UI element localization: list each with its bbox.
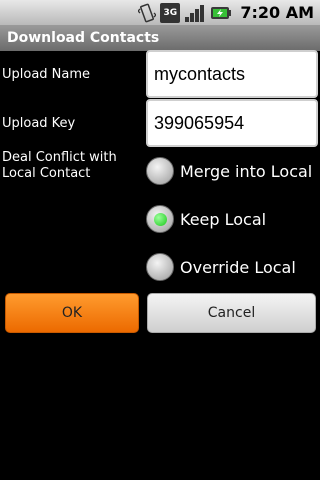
signal-icon xyxy=(185,4,205,22)
radio-button-icon[interactable] xyxy=(146,253,174,281)
clock-time: 7:20 xyxy=(240,3,281,22)
radio-override-local[interactable]: Override Local xyxy=(146,249,320,285)
radio-button-selected-icon[interactable] xyxy=(146,205,174,233)
upload-key-value: 399065954 xyxy=(154,112,245,133)
upload-name-label: Upload Name xyxy=(2,67,91,82)
radio-selected-dot xyxy=(153,212,167,226)
cancel-button[interactable]: Cancel xyxy=(147,293,316,333)
radio-label: Override Local xyxy=(180,257,296,277)
network-label: 3G xyxy=(163,7,178,18)
radio-button-icon[interactable] xyxy=(146,157,174,185)
status-bar: 3G 7:20 AM xyxy=(0,0,320,25)
conflict-label-line2: Local Contact xyxy=(2,166,91,181)
upload-name-field[interactable]: mycontacts xyxy=(146,50,318,98)
radio-label: Merge into Local xyxy=(180,161,313,181)
radio-merge-into-local[interactable]: Merge into Local xyxy=(146,153,320,189)
ok-button-label: OK xyxy=(61,305,83,321)
radio-label: Keep Local xyxy=(180,209,267,229)
conflict-label-line1: Deal Conflict with xyxy=(2,150,117,165)
page-title: Download Contacts xyxy=(7,30,160,46)
upload-key-label: Upload Key xyxy=(2,116,76,131)
cancel-button-label: Cancel xyxy=(207,305,256,321)
upload-name-value: mycontacts xyxy=(154,63,246,84)
ok-button[interactable]: OK xyxy=(5,293,139,333)
clock-suffix: AM xyxy=(285,3,314,22)
vibrate-icon xyxy=(138,3,157,22)
conflict-label: Deal Conflict with Local Contact xyxy=(2,150,117,182)
radio-keep-local[interactable]: Keep Local xyxy=(146,201,320,237)
clock: 7:20 AM xyxy=(240,3,314,22)
battery-charging-icon xyxy=(211,6,232,19)
title-bar: Download Contacts xyxy=(0,25,320,51)
upload-key-field[interactable]: 399065954 xyxy=(146,99,318,147)
network-3g-icon: 3G xyxy=(160,2,181,23)
